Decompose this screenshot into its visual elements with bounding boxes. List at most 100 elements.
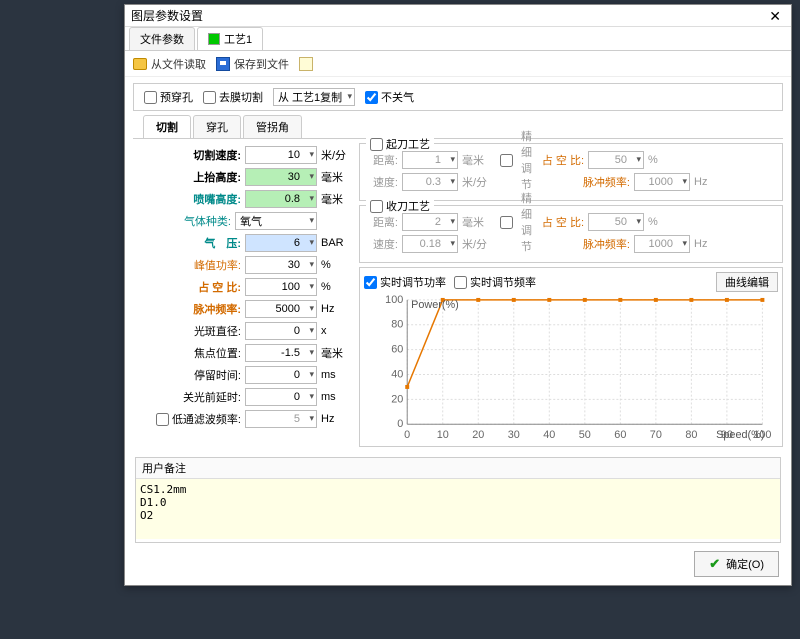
param-focus-input[interactable]: -1.5▾: [245, 344, 317, 362]
subtab-pierce[interactable]: 穿孔: [193, 115, 241, 138]
param-cut_speed-unit: 米/分: [321, 147, 351, 163]
param-pulse-unit: Hz: [321, 303, 351, 315]
tab-process-1-label: 工艺1: [224, 31, 252, 47]
chevron-down-icon: ▾: [309, 325, 314, 336]
save-to-file-button[interactable]: 保存到文件: [216, 56, 289, 72]
svg-text:0: 0: [397, 418, 403, 430]
param-cut_speed-label: 切割速度:: [173, 147, 241, 163]
right-column: 起刀工艺 距离: 1▾ 毫米 精细调节 占 空 比: 50▾ % 速度:: [359, 143, 783, 447]
chevron-down-icon: ▾: [309, 149, 314, 160]
load-from-file-button[interactable]: 从文件读取: [133, 56, 206, 72]
knife-out-pulse-input[interactable]: 1000▾: [634, 235, 690, 253]
power-speed-chart: 0102030405060708090100020406080100Power(…: [364, 294, 778, 442]
notes-textarea[interactable]: [136, 479, 780, 539]
knife-in-pulse-input[interactable]: 1000▾: [634, 173, 690, 191]
param-focus-unit: 毫米: [321, 345, 351, 361]
subtabs: 切割 穿孔 管拐角: [133, 113, 783, 139]
toolbar: 从文件读取 保存到文件: [125, 51, 791, 77]
param-predelay-input[interactable]: 0▾: [245, 388, 317, 406]
lowpass-checkbox[interactable]: 低通滤波频率:: [156, 411, 241, 427]
layer-color-swatch: [208, 33, 220, 45]
svg-text:40: 40: [543, 429, 555, 441]
param-cut_speed-input[interactable]: 10▾: [245, 146, 317, 164]
svg-text:80: 80: [391, 319, 403, 331]
svg-text:20: 20: [472, 429, 484, 441]
param-duty-label: 占 空 比:: [173, 279, 241, 295]
param-predelay-label: 关光前延时:: [173, 389, 241, 405]
param-lift: 上抬高度:30▾毫米: [133, 167, 351, 187]
svg-text:70: 70: [650, 429, 662, 441]
notes-toolbar-button[interactable]: [299, 57, 313, 71]
tab-file-params[interactable]: 文件参数: [129, 27, 195, 50]
subtab-cut[interactable]: 切割: [143, 115, 191, 138]
knife-in-enable[interactable]: 起刀工艺: [370, 136, 430, 152]
knife-in-speed-input[interactable]: 0.3▾: [402, 173, 458, 191]
svg-text:60: 60: [391, 344, 403, 356]
param-spot-input[interactable]: 0▾: [245, 322, 317, 340]
param-gas_press-label: 气 压:: [173, 235, 241, 251]
param-lift-input[interactable]: 30▾: [245, 168, 317, 186]
prehole-checkbox[interactable]: 预穿孔: [144, 89, 193, 105]
copy-from-select[interactable]: 从 工艺1复制 ▾: [273, 88, 355, 106]
knife-in-group: 起刀工艺 距离: 1▾ 毫米 精细调节 占 空 比: 50▾ % 速度:: [359, 143, 783, 201]
param-duty-input[interactable]: 100▾: [245, 278, 317, 296]
svg-text:50: 50: [579, 429, 591, 441]
chevron-down-icon: ▾: [309, 215, 314, 226]
load-label: 从文件读取: [151, 56, 206, 72]
param-focus: 焦点位置:-1.5▾毫米: [133, 343, 351, 363]
chevron-down-icon: ▾: [309, 369, 314, 380]
param-nozzle-input[interactable]: 0.8▾: [245, 190, 317, 208]
knife-out-fine[interactable]: 精细调节: [500, 190, 532, 254]
knife-out-group: 收刀工艺 距离: 2▾ 毫米 精细调节 占 空 比: 50▾ % 速度:: [359, 205, 783, 263]
param-focus-label: 焦点位置:: [173, 345, 241, 361]
param-peak-input[interactable]: 30▾: [245, 256, 317, 274]
svg-text:Power(%): Power(%): [411, 299, 459, 311]
knife-out-duty-input[interactable]: 50▾: [588, 213, 644, 231]
param-gas_type-input[interactable]: 氧气▾: [235, 212, 317, 230]
knife-out-enable[interactable]: 收刀工艺: [370, 198, 430, 214]
knife-out-dist-input[interactable]: 2▾: [402, 213, 458, 231]
save-label: 保存到文件: [234, 56, 289, 72]
knife-in-speed-label: 速度:: [366, 174, 398, 190]
param-dwell-input[interactable]: 0▾: [245, 366, 317, 384]
param-pulse-label: 脉冲频率:: [173, 301, 241, 317]
param-predelay: 关光前延时:0▾ms: [133, 387, 351, 407]
param-dwell-unit: ms: [321, 369, 351, 381]
svg-text:30: 30: [508, 429, 520, 441]
options-row: 预穿孔 去膜切割 从 工艺1复制 ▾ 不关气: [133, 83, 783, 111]
param-duty-unit: %: [321, 281, 351, 293]
titlebar: 图层参数设置 ✕: [125, 5, 791, 27]
subtab-corner[interactable]: 管拐角: [243, 115, 302, 138]
param-pulse-input[interactable]: 5000▾: [245, 300, 317, 318]
param-gas_press-unit: BAR: [321, 237, 351, 249]
param-duty: 占 空 比:100▾%: [133, 277, 351, 297]
tab-process-1[interactable]: 工艺1: [197, 27, 263, 50]
param-lift-unit: 毫米: [321, 169, 351, 185]
rt-freq-checkbox[interactable]: 实时调节频率: [454, 274, 536, 290]
knife-out-speed-input[interactable]: 0.18▾: [402, 235, 458, 253]
film-cut-checkbox[interactable]: 去膜切割: [203, 89, 263, 105]
ok-button[interactable]: ✔ 确定(O): [694, 551, 779, 577]
lowpass-input[interactable]: 5▾: [245, 410, 317, 428]
knife-in-fine[interactable]: 精细调节: [500, 128, 532, 192]
param-peak-unit: %: [321, 259, 351, 271]
param-gas_press-input[interactable]: 6▾: [245, 234, 317, 252]
knife-in-dist-label: 距离:: [366, 152, 398, 168]
knife-in-duty-input[interactable]: 50▾: [588, 151, 644, 169]
note-icon: [299, 57, 313, 71]
param-gas_type: 气体种类:氧气▾: [133, 211, 351, 231]
no-close-gas-checkbox[interactable]: 不关气: [365, 89, 414, 105]
curve-edit-button[interactable]: 曲线编辑: [716, 272, 778, 292]
param-lift-label: 上抬高度:: [173, 169, 241, 185]
rt-power-checkbox[interactable]: 实时调节功率: [364, 274, 446, 290]
param-nozzle-unit: 毫米: [321, 191, 351, 207]
param-spot: 光斑直径:0▾x: [133, 321, 351, 341]
svg-text:40: 40: [391, 368, 403, 380]
ok-label: 确定(O): [726, 556, 764, 572]
chevron-down-icon: ▾: [347, 91, 352, 102]
chevron-down-icon: ▾: [309, 391, 314, 402]
knife-in-dist-input[interactable]: 1▾: [402, 151, 458, 169]
chevron-down-icon: ▾: [309, 171, 314, 182]
close-icon[interactable]: ✕: [765, 5, 785, 27]
chevron-down-icon: ▾: [309, 347, 314, 358]
